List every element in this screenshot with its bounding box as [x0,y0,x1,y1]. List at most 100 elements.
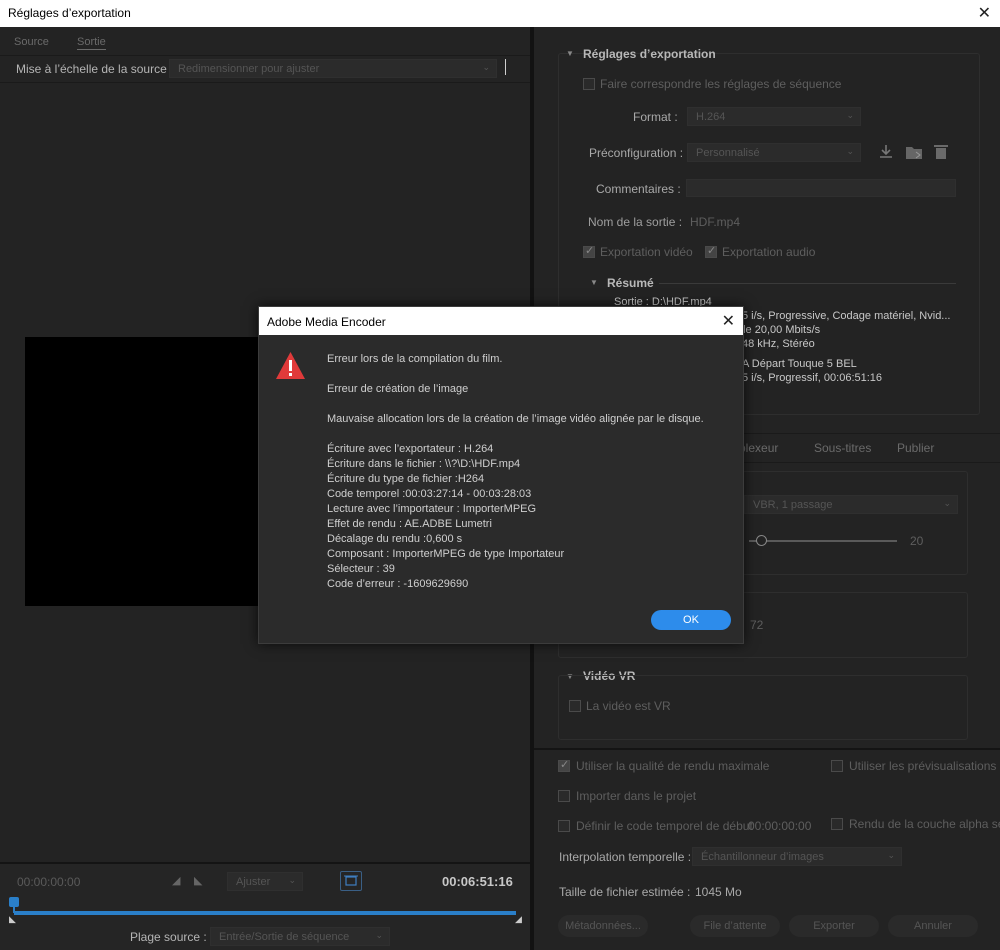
collapse-triangle-icon[interactable]: ▼ [566,49,574,58]
summary-line: 5 i/s, Progressive, Codage matériel, Nvi… [742,310,951,322]
preset-label: Préconfiguration : [589,146,684,160]
preset-value: Personnalisé [696,147,760,159]
cursor-marker [505,59,506,75]
detail-line: Écriture avec l’exportateur : H.264 [327,443,494,455]
error-dialog: Adobe Media Encoder ✕ Erreur lors de la … [258,306,744,644]
ok-button[interactable]: OK [651,610,731,630]
save-preset-icon[interactable] [877,143,895,161]
crop-output-icon[interactable] [340,871,362,891]
export-audio-label: Exportation audio [722,245,816,259]
timecode-end: 00:06:51:16 [442,874,513,889]
detail-line: Code temporel :00:03:27:14 - 00:03:28:03 [327,488,532,500]
chevron-down-icon: ⌄ [943,498,951,508]
video-preview [25,337,275,606]
filesize-value: 1045 Mo [695,885,742,899]
summary-rule [659,283,956,284]
tab-output[interactable]: Sortie [77,36,106,50]
output-name-link[interactable]: HDF.mp4 [690,215,740,229]
dialog-title: Adobe Media Encoder [267,315,386,329]
summary-line: A Départ Touque 5 BEL [742,358,857,370]
playhead-line [13,905,15,913]
summary-line: ble 20,00 Mbits/s [737,324,821,336]
queue-button[interactable]: File d’attente [690,915,780,937]
interp-value: Échantillonneur d’images [701,851,824,863]
interp-label: Interpolation temporelle : [559,850,692,864]
window-title: Réglages d’exportation [8,6,131,20]
format-dropdown[interactable]: H.264 ⌄ [687,107,861,126]
mark-out-icon[interactable]: ◣ [194,874,202,887]
range-label: Plage source : [130,930,207,944]
detail-line: Écriture dans le fichier : \\?\D:\HDF.mp… [327,458,521,470]
start-timecode-checkbox[interactable] [558,820,570,832]
max-quality-checkbox[interactable] [558,758,570,772]
bitrate-mode-dropdown[interactable]: VBR, 1 passage ⌄ [744,495,958,514]
window-close-icon[interactable]: ✕ [978,3,991,23]
detail-line: Effet de rendu : AE.ADBE Lumetri [327,518,492,530]
timeline-track[interactable] [14,911,516,915]
in-point-icon[interactable]: ◣ [9,914,16,925]
import-preset-icon[interactable] [904,143,924,161]
start-timecode-value[interactable]: 00:00:00:00 [748,819,811,833]
chevron-down-icon: ⌄ [846,146,854,156]
detail-line: Sélecteur : 39 [327,563,395,575]
mark-in-icon[interactable]: ◢ [172,874,180,887]
chevron-down-icon: ⌄ [846,110,854,120]
import-project-checkbox[interactable] [558,790,570,802]
chevron-down-icon: ⌄ [482,62,490,72]
tab-source[interactable]: Source [14,36,49,48]
delete-preset-icon[interactable] [932,143,950,161]
range-dropdown[interactable]: Entrée/Sortie de séquence ⌄ [210,927,390,946]
use-previews-label: Utiliser les prévisualisations [849,759,997,773]
preset-dropdown[interactable]: Personnalisé ⌄ [687,143,861,162]
format-label: Format : [633,110,678,124]
metadata-button[interactable]: Métadonnées... [558,915,648,937]
bitrate-slider-handle[interactable] [756,535,767,546]
bottom-divider [534,748,1000,750]
interp-dropdown[interactable]: Échantillonneur d’images ⌄ [692,847,902,866]
export-button[interactable]: Exporter [789,915,879,937]
alpha-label: Rendu de la couche alpha seule [849,817,1000,831]
timeline-fill [14,911,516,915]
summary-line: 48 kHz, Stéréo [742,338,815,350]
bitrate-mode-value: VBR, 1 passage [753,499,833,511]
cancel-button[interactable]: Annuler [888,915,978,937]
divider [0,82,530,83]
window-titlebar: Réglages d’exportation ✕ [0,0,1000,27]
fit-dropdown[interactable]: Ajuster ⌄ [227,872,303,891]
dialog-close-icon[interactable]: ✕ [722,311,735,331]
use-previews-checkbox[interactable] [831,760,843,772]
detail-line: Code d’erreur : -1609629690 [327,578,469,590]
alpha-checkbox[interactable] [831,818,843,830]
comments-label: Commentaires : [596,182,681,196]
error-headline: Erreur lors de la compilation du film. [327,353,503,365]
summary-triangle-icon[interactable]: ▼ [590,278,598,287]
export-audio-checkbox[interactable] [705,244,717,258]
comments-field[interactable] [686,179,956,197]
tab-publish[interactable]: Publier [897,441,934,455]
out-point-icon[interactable]: ◢ [515,914,522,925]
match-sequence-label: Faire correspondre les réglages de séque… [600,77,842,91]
dialog-titlebar: Adobe Media Encoder ✕ [259,307,743,335]
export-video-checkbox[interactable] [583,244,595,258]
vr-checkbox[interactable] [569,700,581,712]
vr-label: La vidéo est VR [586,699,671,713]
warning-icon [276,352,305,379]
bitrate-slider-track[interactable] [749,540,897,542]
import-project-label: Importer dans le projet [576,789,697,803]
chevron-down-icon: ⌄ [887,850,895,860]
format-value: H.264 [696,111,726,123]
tab-multiplexer[interactable]: plexeur [739,441,778,455]
error-details: Écriture avec l’exportateur : H.264 Écri… [327,442,564,592]
timecode-start: 00:00:00:00 [17,875,81,889]
bitrate-value[interactable]: 20 [910,534,923,548]
filesize-label: Taille de fichier estimée : [559,885,691,899]
scale-dropdown[interactable]: Redimensionner pour ajuster ⌄ [169,59,497,78]
tab-captions[interactable]: Sous-titres [814,441,871,455]
error-subline: Erreur de création de l’image [327,383,469,395]
match-sequence-checkbox[interactable] [583,78,595,90]
scale-value: Redimensionner pour ajuster [178,63,320,75]
start-timecode-label: Définir le code temporel de début [576,819,753,833]
detail-line: Écriture du type de fichier :H264 [327,473,485,485]
advanced-value[interactable]: 72 [750,618,763,632]
detail-line: Lecture avec l’importateur : ImporterMPE… [327,503,537,515]
